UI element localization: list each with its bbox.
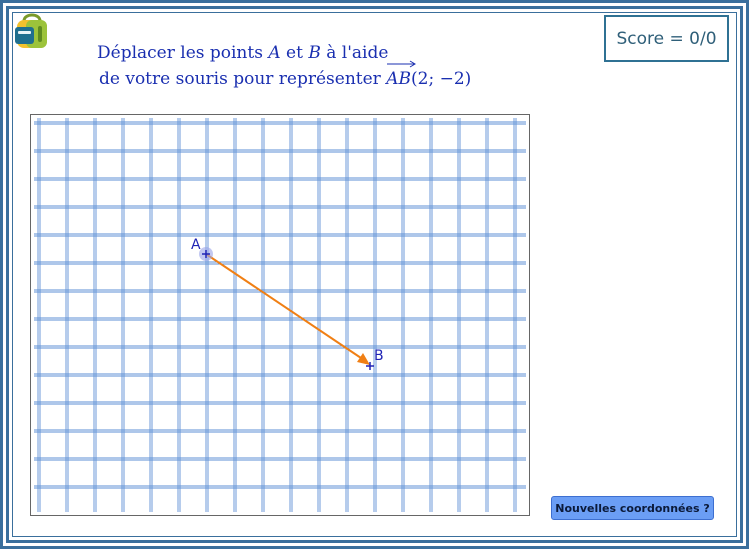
instruction-line2-start: de votre souris pour représenter [99,69,387,89]
score-label: Score = 0/0 [616,28,717,49]
graph-panel: A B [30,114,530,516]
vector-arrow [205,253,365,361]
instruction-text: Déplacer les points A et B à l'aide de v… [97,40,471,92]
point-a-label: A [191,237,201,253]
new-coordinates-label: Nouvelles coordonnées ? [555,501,710,515]
instruction-and: et [280,43,309,63]
backpack-icon [12,10,52,50]
instruction-line1-end: à l'aide [320,43,389,63]
instruction-line1-start: Déplacer les points [97,43,269,63]
point-b-name: B [308,43,321,63]
vector-arrowhead [357,353,370,365]
new-coordinates-button[interactable]: Nouvelles coordonnées ? [551,496,714,520]
grid-lines [34,118,526,512]
vector-name: AB [386,60,417,92]
score-box: Score = 0/0 [604,15,729,62]
grid-canvas: A B [34,118,526,512]
vector-label: AB [386,69,411,89]
vector-coordinates: (2; −2) [411,69,472,89]
point-a-name: A [268,43,281,63]
point-b-label: B [374,348,384,364]
vector-arrow-icon [387,60,417,68]
